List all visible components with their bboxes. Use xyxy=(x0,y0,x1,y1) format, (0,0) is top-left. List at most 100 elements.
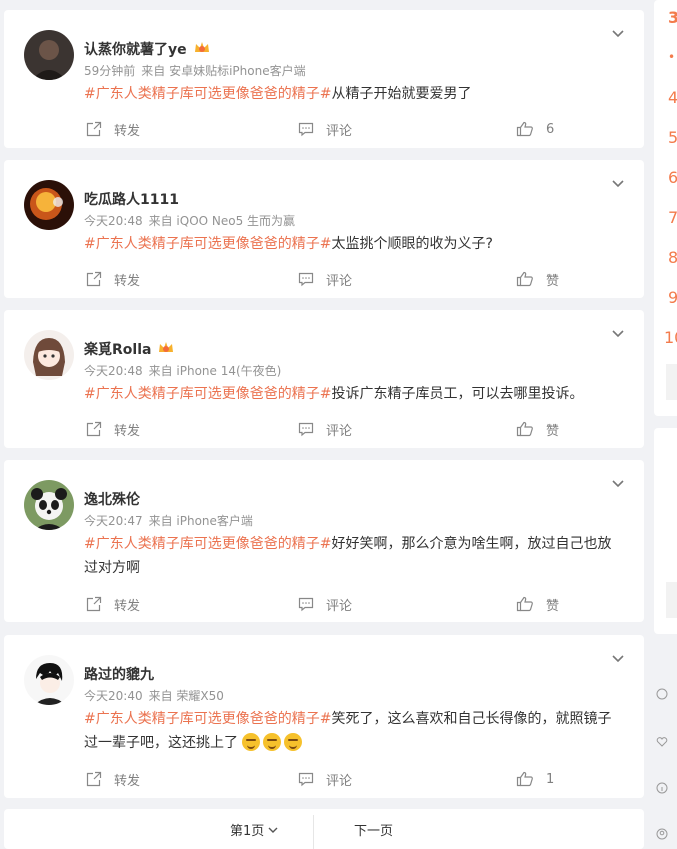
rank-number[interactable]: 10 xyxy=(664,328,677,347)
comment-button[interactable]: 评论 xyxy=(298,416,352,442)
like-count: 赞 xyxy=(546,423,560,439)
post-actions: 转发 评论 赞 xyxy=(4,591,644,617)
chevron-down-icon[interactable] xyxy=(610,651,626,667)
repost-button[interactable]: 转发 xyxy=(86,591,140,617)
post-time[interactable]: 今天20:48 xyxy=(84,364,143,378)
repost-button[interactable]: 转发 xyxy=(86,116,140,142)
pagination: 第1页 下一页 xyxy=(4,809,644,849)
page-selector[interactable]: 第1页 xyxy=(230,820,278,839)
username[interactable]: 吃瓜路人1111 xyxy=(84,189,179,209)
like-count: 赞 xyxy=(546,273,560,289)
chevron-down-icon[interactable] xyxy=(610,176,626,192)
rank-number[interactable]: 5 xyxy=(668,128,677,147)
next-page-button[interactable]: 下一页 xyxy=(354,820,393,839)
username-text[interactable]: 吃瓜路人1111 xyxy=(84,192,179,208)
post-time[interactable]: 今天20:48 xyxy=(84,214,143,228)
post-card: 吃瓜路人1111 今天20:48 来自 iQOO Neo5 生而为赢 #广东人类精… xyxy=(4,160,644,298)
like-button[interactable]: 赞 xyxy=(516,591,559,617)
username[interactable]: 认蒸你就薯了ye xyxy=(84,39,211,60)
chevron-down-icon[interactable] xyxy=(610,326,626,342)
repost-button[interactable]: 转发 xyxy=(86,766,140,792)
like-icon xyxy=(516,771,533,787)
username-text[interactable]: 楽覓Rolla xyxy=(84,342,151,358)
post-source: 来自 iPhone 14(午夜色) xyxy=(148,364,282,378)
post-time[interactable]: 今天20:47 xyxy=(84,514,143,528)
hashtag-link[interactable]: #广东人类精子库可选更像爸爸的精子# xyxy=(84,236,331,252)
avatar[interactable] xyxy=(24,180,74,230)
post-text: #广东人类精子库可选更像爸爸的精子#好好笑啊，那么介意为啥生啊，放过自己也放过对… xyxy=(84,532,624,580)
comment-button[interactable]: 评论 xyxy=(298,266,352,292)
avatar[interactable] xyxy=(24,480,74,530)
like-button[interactable]: 1 xyxy=(516,766,554,792)
post-time[interactable]: 今天20:40 xyxy=(84,689,143,703)
avatar[interactable] xyxy=(24,655,74,705)
post-body: 太监挑个顺眼的收为义子? xyxy=(331,236,493,252)
username[interactable]: 路过的貔九 xyxy=(84,664,154,684)
repost-button[interactable]: 转发 xyxy=(86,266,140,292)
rank-number[interactable]: 7 xyxy=(668,208,677,227)
repost-label: 转发 xyxy=(114,598,141,614)
post-time[interactable]: 59分钟前 xyxy=(84,64,135,78)
like-button[interactable]: 6 xyxy=(516,116,554,142)
repost-label: 转发 xyxy=(114,423,141,439)
chevron-down-icon[interactable] xyxy=(610,476,626,492)
post-text: #广东人类精子库可选更像爸爸的精子#太监挑个顺眼的收为义子? xyxy=(84,232,624,256)
username-text[interactable]: 路过的貔九 xyxy=(84,667,154,683)
comment-label: 评论 xyxy=(326,123,353,139)
post-source: 来自 荣耀X50 xyxy=(148,689,224,703)
rank-number[interactable]: 8 xyxy=(668,248,677,267)
repost-label: 转发 xyxy=(114,273,141,289)
heart-icon[interactable] xyxy=(656,736,668,748)
rank-number[interactable]: 3 xyxy=(668,8,677,27)
username[interactable]: 逸北殊伦 xyxy=(84,489,140,509)
like-button[interactable]: 赞 xyxy=(516,416,559,442)
repost-icon xyxy=(86,596,102,612)
comment-button[interactable]: 评论 xyxy=(298,766,352,792)
repost-icon xyxy=(86,421,102,437)
comment-label: 评论 xyxy=(326,273,353,289)
hashtag-link[interactable]: #广东人类精子库可选更像爸爸的精子# xyxy=(84,536,331,552)
avatar[interactable] xyxy=(24,330,74,380)
emoji-icon xyxy=(263,733,281,751)
like-icon xyxy=(516,421,533,437)
like-count: 1 xyxy=(546,771,555,787)
repost-label: 转发 xyxy=(114,123,141,139)
post-actions: 转发 评论 6 xyxy=(4,116,644,142)
hashtag-link[interactable]: #广东人类精子库可选更像爸爸的精子# xyxy=(84,386,331,402)
repost-icon xyxy=(86,771,102,787)
post-card: 路过的貔九 今天20:40 来自 荣耀X50 #广东人类精子库可选更像爸爸的精子#… xyxy=(4,635,644,798)
like-button[interactable]: 赞 xyxy=(516,266,559,292)
info-icon[interactable] xyxy=(656,782,668,794)
right-sidebar: 3 • 4 5 6 7 8 9 10 xyxy=(654,0,677,842)
post-actions: 转发 评论 赞 xyxy=(4,416,644,442)
rank-number[interactable]: 4 xyxy=(668,88,677,107)
pager-divider xyxy=(313,815,314,849)
hashtag-link[interactable]: #广东人类精子库可选更像爸爸的精子# xyxy=(84,711,331,727)
post-meta: 今天20:40 来自 荣耀X50 xyxy=(84,687,230,704)
help-icon[interactable] xyxy=(656,688,668,700)
comment-button[interactable]: 评论 xyxy=(298,591,352,617)
emoji-icon xyxy=(284,733,302,751)
username-text[interactable]: 认蒸你就薯了ye xyxy=(84,42,187,58)
post-text: #广东人类精子库可选更像爸爸的精子#从精子开始就要爱男了 xyxy=(84,82,624,106)
sidebar-button[interactable] xyxy=(666,582,677,618)
current-page: 第1页 xyxy=(230,824,265,839)
chevron-down-icon xyxy=(268,827,278,833)
comment-icon xyxy=(298,772,314,787)
username-text[interactable]: 逸北殊伦 xyxy=(84,492,140,508)
post-text: #广东人类精子库可选更像爸爸的精子#投诉广东精子库员工，可以去哪里投诉。 xyxy=(84,382,624,406)
chevron-down-icon[interactable] xyxy=(610,26,626,42)
comment-button[interactable]: 评论 xyxy=(298,116,352,142)
post-actions: 转发 评论 1 xyxy=(4,766,644,792)
sidebar-button[interactable] xyxy=(666,364,677,400)
post-card: 楽覓Rolla 今天20:48 来自 iPhone 14(午夜色) #广东人类精子… xyxy=(4,310,644,448)
username[interactable]: 楽覓Rolla xyxy=(84,339,175,360)
comment-icon xyxy=(298,597,314,612)
hashtag-link[interactable]: #广东人类精子库可选更像爸爸的精子# xyxy=(84,86,331,102)
user-icon[interactable] xyxy=(656,828,668,840)
post-card: 认蒸你就薯了ye 59分钟前 来自 安卓妹贴标iPhone客户端 #广东人类精子库… xyxy=(4,10,644,148)
repost-button[interactable]: 转发 xyxy=(86,416,140,442)
avatar[interactable] xyxy=(24,30,74,80)
rank-number[interactable]: 9 xyxy=(668,288,677,307)
rank-number[interactable]: 6 xyxy=(668,168,677,187)
